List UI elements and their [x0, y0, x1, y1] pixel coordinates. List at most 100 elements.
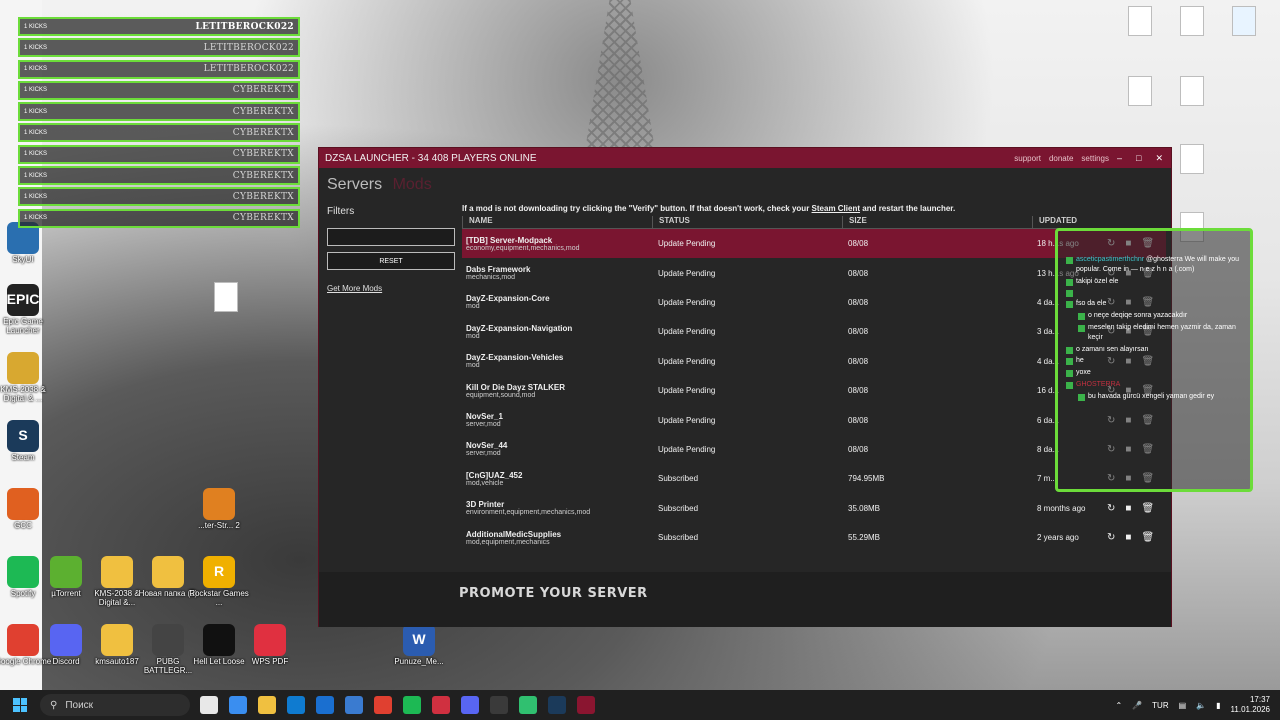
notice-text-end: and restart the launcher.: [862, 204, 956, 213]
chat-body: o neçe deqiqe sonra yazacakdır: [1088, 312, 1188, 320]
taskbar-app-icon[interactable]: [490, 696, 508, 714]
chat-username: GHOSTERRA: [1076, 380, 1121, 388]
chat-text: GHOSTERRA: [1076, 380, 1120, 390]
mod-name: 3D Printer: [466, 500, 505, 510]
title-bar[interactable]: DZSA LAUNCHER - 34 408 PLAYERS ONLINE su…: [319, 148, 1171, 168]
recycle-bin-icon[interactable]: [1232, 6, 1256, 36]
table-row[interactable]: AdditionalMedicSupplies mod,equipment,mec…: [462, 523, 1166, 552]
mod-name: NovSer_44: [466, 441, 508, 451]
kicks-count: 1 KICKS: [24, 172, 48, 179]
taskbar-app-icon[interactable]: [548, 696, 566, 714]
desktop-shortcut[interactable]: W Punuze_Me...: [388, 624, 450, 667]
chevron-up-icon[interactable]: ⌃: [1115, 701, 1122, 710]
start-button[interactable]: [0, 690, 40, 720]
mod-status: Update Pending: [658, 415, 716, 425]
chat-text: fso da ele: [1076, 299, 1106, 309]
chat-message: yoxe: [1066, 368, 1246, 378]
taskbar-app-icon[interactable]: [258, 696, 276, 714]
kill-feed-row: 1 KICKS CYBEREKTX: [18, 102, 300, 122]
network-icon[interactable]: ▤: [1179, 701, 1187, 710]
trash-icon[interactable]: 🗑: [1141, 532, 1154, 543]
language-indicator[interactable]: TUR: [1152, 701, 1168, 710]
kicks-count: 1 KICKS: [24, 151, 48, 158]
taskbar-app-icon[interactable]: [316, 696, 334, 714]
mod-tags: mod: [466, 332, 480, 340]
player-name: LETITBEROCK022: [195, 21, 294, 32]
player-name: CYBEREKTX: [232, 106, 294, 117]
chat-body: takipi özel ele: [1076, 277, 1119, 285]
desktop-shortcut[interactable]: R Rockstar Games ...: [188, 556, 250, 608]
filters-label: Filters: [327, 206, 355, 217]
refresh-icon[interactable]: ↻: [1107, 532, 1115, 543]
chat-text: yoxe: [1076, 368, 1091, 378]
desktop-shortcut[interactable]: KMS-2038 & Digital & ...: [0, 352, 54, 404]
file-icon[interactable]: [1180, 144, 1204, 174]
column-size[interactable]: SIZE: [842, 216, 1032, 228]
kicks-count: 1 KICKS: [24, 215, 48, 222]
menu-donate[interactable]: donate: [1049, 154, 1073, 163]
chat-message: meselen takip eledimi hemen yazmir da, z…: [1066, 323, 1246, 343]
windows-icon: [13, 698, 27, 712]
taskbar-app-icon[interactable]: [519, 696, 537, 714]
player-name: LETITBEROCK022: [203, 42, 294, 53]
player-name: LETITBEROCK022: [203, 64, 294, 75]
column-updated[interactable]: UPDATED: [1032, 216, 1152, 228]
folder-icon[interactable]: ■: [1125, 503, 1131, 514]
taskbar-app-icon[interactable]: [200, 696, 218, 714]
taskbar-app-icon[interactable]: [287, 696, 305, 714]
refresh-icon[interactable]: ↻: [1107, 503, 1115, 514]
mod-size: 08/08: [848, 297, 869, 307]
file-icon[interactable]: [1128, 76, 1152, 106]
taskbar-app-icon[interactable]: [229, 696, 247, 714]
taskbar-search[interactable]: ⚲ Поиск: [40, 694, 190, 716]
trash-icon[interactable]: 🗑: [1141, 503, 1154, 514]
get-more-mods-link[interactable]: Get More Mods: [327, 284, 455, 293]
steam-client-link[interactable]: Steam Client: [812, 204, 860, 213]
kicks-count: 1 KICKS: [24, 44, 48, 51]
taskbar-app-icon[interactable]: [432, 696, 450, 714]
file-icon[interactable]: [1180, 6, 1204, 36]
chat-message: o neçe deqiqe sonra yazacakdır: [1066, 311, 1246, 321]
battery-icon[interactable]: ▮: [1216, 701, 1220, 710]
desktop-shortcut[interactable]: EPIC Epic Game Launcher: [0, 284, 54, 336]
badge-icon: [1066, 301, 1073, 309]
file-icon[interactable]: [214, 282, 238, 312]
chat-message: fso da ele: [1066, 299, 1246, 309]
taskbar-app-icon[interactable]: [461, 696, 479, 714]
mod-status: Update Pending: [658, 444, 716, 454]
taskbar-app-icon[interactable]: [374, 696, 392, 714]
filter-input[interactable]: [327, 228, 455, 246]
mod-name: DayZ-Expansion-Core: [466, 294, 550, 304]
menu-settings[interactable]: settings: [1081, 154, 1109, 163]
minimize-icon[interactable]: –: [1117, 153, 1122, 164]
close-icon[interactable]: ✕: [1155, 153, 1163, 164]
microphone-icon[interactable]: 🎤: [1132, 701, 1142, 710]
menu-support[interactable]: support: [1014, 154, 1041, 163]
column-name[interactable]: NAME: [462, 216, 652, 228]
taskbar-app-icon[interactable]: [345, 696, 363, 714]
desktop-shortcut[interactable]: GCC: [0, 488, 54, 531]
chat-overlay: asceticpastimerthchnr @ghosterra We will…: [1055, 228, 1253, 492]
chat-body: meselen takip eledimi hemen yazmir da, z…: [1088, 323, 1236, 341]
folder-icon[interactable]: ■: [1125, 532, 1131, 543]
reset-button[interactable]: RESET: [327, 252, 455, 270]
tab-servers[interactable]: Servers: [327, 176, 382, 193]
column-status[interactable]: STATUS: [652, 216, 842, 228]
clock[interactable]: 17:37 11.01.2026: [1231, 695, 1270, 716]
file-icon[interactable]: [1180, 76, 1204, 106]
tab-mods[interactable]: Mods: [393, 176, 432, 193]
desktop-shortcut[interactable]: ...ter-Str... 2: [188, 488, 250, 531]
chat-text: o zamanı sen alayırsan: [1076, 345, 1148, 355]
volume-icon[interactable]: 🔈: [1196, 701, 1206, 710]
desktop-shortcut[interactable]: S Steam: [0, 420, 54, 463]
taskbar-app-icon[interactable]: [577, 696, 595, 714]
file-icon[interactable]: [1128, 6, 1152, 36]
desktop-shortcut[interactable]: WPS PDF: [239, 624, 301, 667]
maximize-icon[interactable]: □: [1136, 153, 1141, 164]
promote-banner[interactable]: PROMOTE YOUR SERVER: [319, 572, 1171, 627]
mod-name-cell: NovSer_1 server,mod: [462, 412, 652, 428]
kill-feed-row: 1 KICKS CYBEREKTX: [18, 166, 300, 186]
table-row[interactable]: 3D Printer environment,equipment,mechanic…: [462, 494, 1166, 523]
mod-name-cell: Dabs Framework mechanics,mod: [462, 265, 652, 281]
taskbar-app-icon[interactable]: [403, 696, 421, 714]
